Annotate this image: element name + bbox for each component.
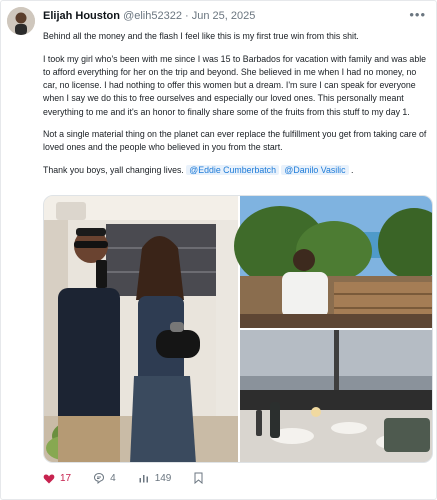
bookmark-button[interactable] [193,472,209,484]
more-icon[interactable]: ••• [409,7,426,22]
post-paragraph: Behind all the money and the flash I fee… [43,31,359,41]
action-bar: 17 4 149 [43,471,231,485]
post-body: Behind all the money and the flash I fee… [43,30,431,187]
photo-sunset-dinner[interactable] [240,330,433,463]
reply-button[interactable]: 4 [93,472,116,484]
photo-beach-table[interactable] [234,196,433,328]
post-closing: Thank you boys, yall changing lives. @Ed… [43,164,431,177]
post-header: Elijah Houston @elih52322 · Jun 25, 2025 [43,9,255,23]
reply-icon [94,472,105,484]
author-handle[interactable]: @elih52322 [123,10,182,22]
post-date[interactable]: Jun 25, 2025 [192,10,256,22]
post-paragraph: Not a single material thing on the plane… [43,129,427,153]
like-button[interactable]: 17 [43,473,71,484]
views-icon [139,475,148,483]
bookmark-icon [194,472,203,484]
header-separator: · [185,10,189,22]
closing-punctuation: . [350,165,354,176]
media-grid [43,195,433,463]
like-count: 17 [60,472,72,484]
photo-mirror-selfie[interactable] [44,196,238,463]
heart-icon [43,474,55,483]
views-button[interactable]: 149 [138,472,172,484]
post-paragraph: I took my girl who's been with me since … [43,53,427,117]
reply-count: 4 [110,472,116,484]
author-name[interactable]: Elijah Houston [43,10,120,22]
avatar[interactable] [7,7,35,35]
post-card: Elijah Houston @elih52322 · Jun 25, 2025… [0,0,437,500]
mention-link[interactable]: @Eddie Cumberbatch [186,165,279,176]
mention-link[interactable]: @Danilo Vasilic [281,165,349,176]
closing-text: Thank you boys, yall changing lives. [43,165,184,176]
view-count: 149 [154,472,172,484]
